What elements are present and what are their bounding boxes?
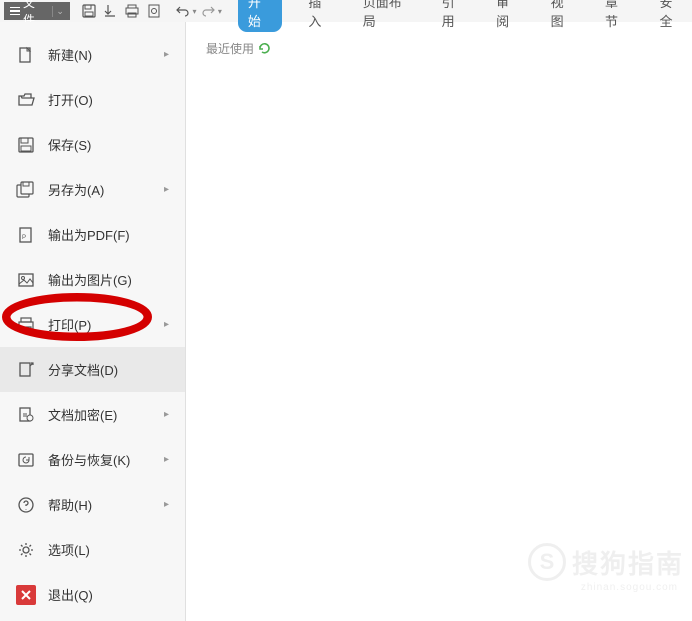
print-icon[interactable] [122,1,141,21]
menu-label: 另存为(A) [48,180,164,199]
menu-label: 打开(O) [48,90,169,109]
redo-dropdown-icon[interactable]: ▾ [218,7,222,16]
file-menu-button[interactable]: 文件 ⌄ [4,2,70,20]
menu-label: 新建(N) [48,45,164,64]
chevron-right-icon: ▸ [164,319,169,330]
menu-label: 文档加密(E) [48,405,164,424]
content-area: 最近使用 [186,22,692,621]
backup-icon [16,450,36,470]
exit-icon [16,585,36,605]
share-icon [16,360,36,380]
menu-label: 输出为图片(G) [48,270,169,289]
save-icon[interactable] [80,1,99,21]
sidebar-item-help[interactable]: 帮助(H) ▸ [0,482,185,527]
chevron-right-icon: ▸ [164,409,169,420]
insert-icon[interactable] [101,1,120,21]
file-menu-sidebar: 新建(N) ▸ 打开(O) 保存(S) 另存为(A) ▸ [0,22,186,621]
menu-label: 选项(L) [48,540,169,559]
open-icon [16,90,36,110]
undo-icon[interactable] [173,1,192,21]
chevron-right-icon: ▸ [164,499,169,510]
menu-label: 分享文档(D) [48,360,169,379]
chevron-right-icon: ▸ [164,49,169,60]
sidebar-item-save[interactable]: 保存(S) [0,122,185,167]
svg-text:P: P [22,235,26,241]
menu-label: 帮助(H) [48,495,164,514]
sidebar-item-print[interactable]: 打印(P) ▸ [0,302,185,347]
top-toolbar: 文件 ⌄ ▾ ▾ 开始 插入 页面布局 引用 审阅 视图 章节 安全 [0,0,692,22]
chevron-down-icon: ⌄ [52,6,64,17]
chevron-right-icon: ▸ [164,184,169,195]
sidebar-item-export-pdf[interactable]: P 输出为PDF(F) [0,212,185,257]
new-icon [16,45,36,65]
save-icon [16,135,36,155]
recent-used-label: 最近使用 [206,40,672,57]
sidebar-item-export-image[interactable]: 输出为图片(G) [0,257,185,302]
gear-icon [16,540,36,560]
refresh-icon[interactable] [258,42,271,55]
sidebar-item-encrypt[interactable]: 文档加密(E) ▸ [0,392,185,437]
sidebar-item-backup[interactable]: 备份与恢复(K) ▸ [0,437,185,482]
sidebar-item-saveas[interactable]: 另存为(A) ▸ [0,167,185,212]
sidebar-item-options[interactable]: 选项(L) [0,527,185,572]
menu-label: 退出(Q) [48,585,169,604]
sidebar-item-share[interactable]: 分享文档(D) [0,347,185,392]
help-icon [16,495,36,515]
hamburger-icon [10,7,20,16]
menu-label: 打印(P) [48,315,164,334]
menu-label: 输出为PDF(F) [48,225,169,244]
sidebar-item-new[interactable]: 新建(N) ▸ [0,32,185,77]
print-icon [16,315,36,335]
undo-dropdown-icon[interactable]: ▾ [192,7,196,16]
saveas-icon [16,180,36,200]
sidebar-item-exit[interactable]: 退出(Q) [0,572,185,617]
encrypt-icon [16,405,36,425]
sidebar-item-open[interactable]: 打开(O) [0,77,185,122]
main-area: 新建(N) ▸ 打开(O) 保存(S) 另存为(A) ▸ [0,22,692,621]
preview-icon[interactable] [144,1,163,21]
menu-label: 保存(S) [48,135,169,154]
pdf-icon: P [16,225,36,245]
chevron-right-icon: ▸ [164,454,169,465]
menu-label: 备份与恢复(K) [48,450,164,469]
redo-icon[interactable] [198,1,217,21]
image-icon [16,270,36,290]
